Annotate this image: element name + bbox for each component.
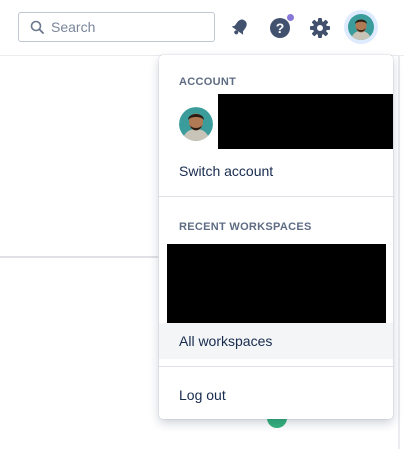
log-out-item[interactable]: Log out [159,377,393,413]
notification-icon[interactable] [229,16,251,38]
redacted-workspaces-list [167,244,386,323]
avatar-button[interactable] [344,10,378,44]
switch-account-label: Switch account [179,163,274,179]
all-workspaces-label: All workspaces [179,333,273,349]
search-placeholder: Search [51,19,96,35]
menu-divider [159,366,393,367]
switch-account-item[interactable]: Switch account [159,153,393,189]
help-button[interactable]: ? [268,13,295,40]
settings-icon[interactable] [308,16,332,40]
recent-workspaces-title: RECENT WORKSPACES [179,221,312,233]
menu-divider [159,196,393,197]
log-out-label: Log out [179,387,226,403]
search-input[interactable]: Search [18,12,215,42]
account-section-title: ACCOUNT [179,76,237,88]
all-workspaces-item[interactable]: All workspaces [159,323,393,359]
help-badge [286,13,295,22]
content-divider [0,256,158,258]
avatar [348,14,374,40]
account-dropdown: ACCOUNT Switch account RECENT WORKSPACES… [159,55,393,419]
page: Search ? ACCOUNT Switch account RECENT W… [0,0,404,449]
svg-text:?: ? [276,20,285,36]
redacted-account-info [218,94,393,149]
scrollbar-track [398,56,400,449]
search-icon [30,20,44,34]
account-avatar [179,107,213,141]
